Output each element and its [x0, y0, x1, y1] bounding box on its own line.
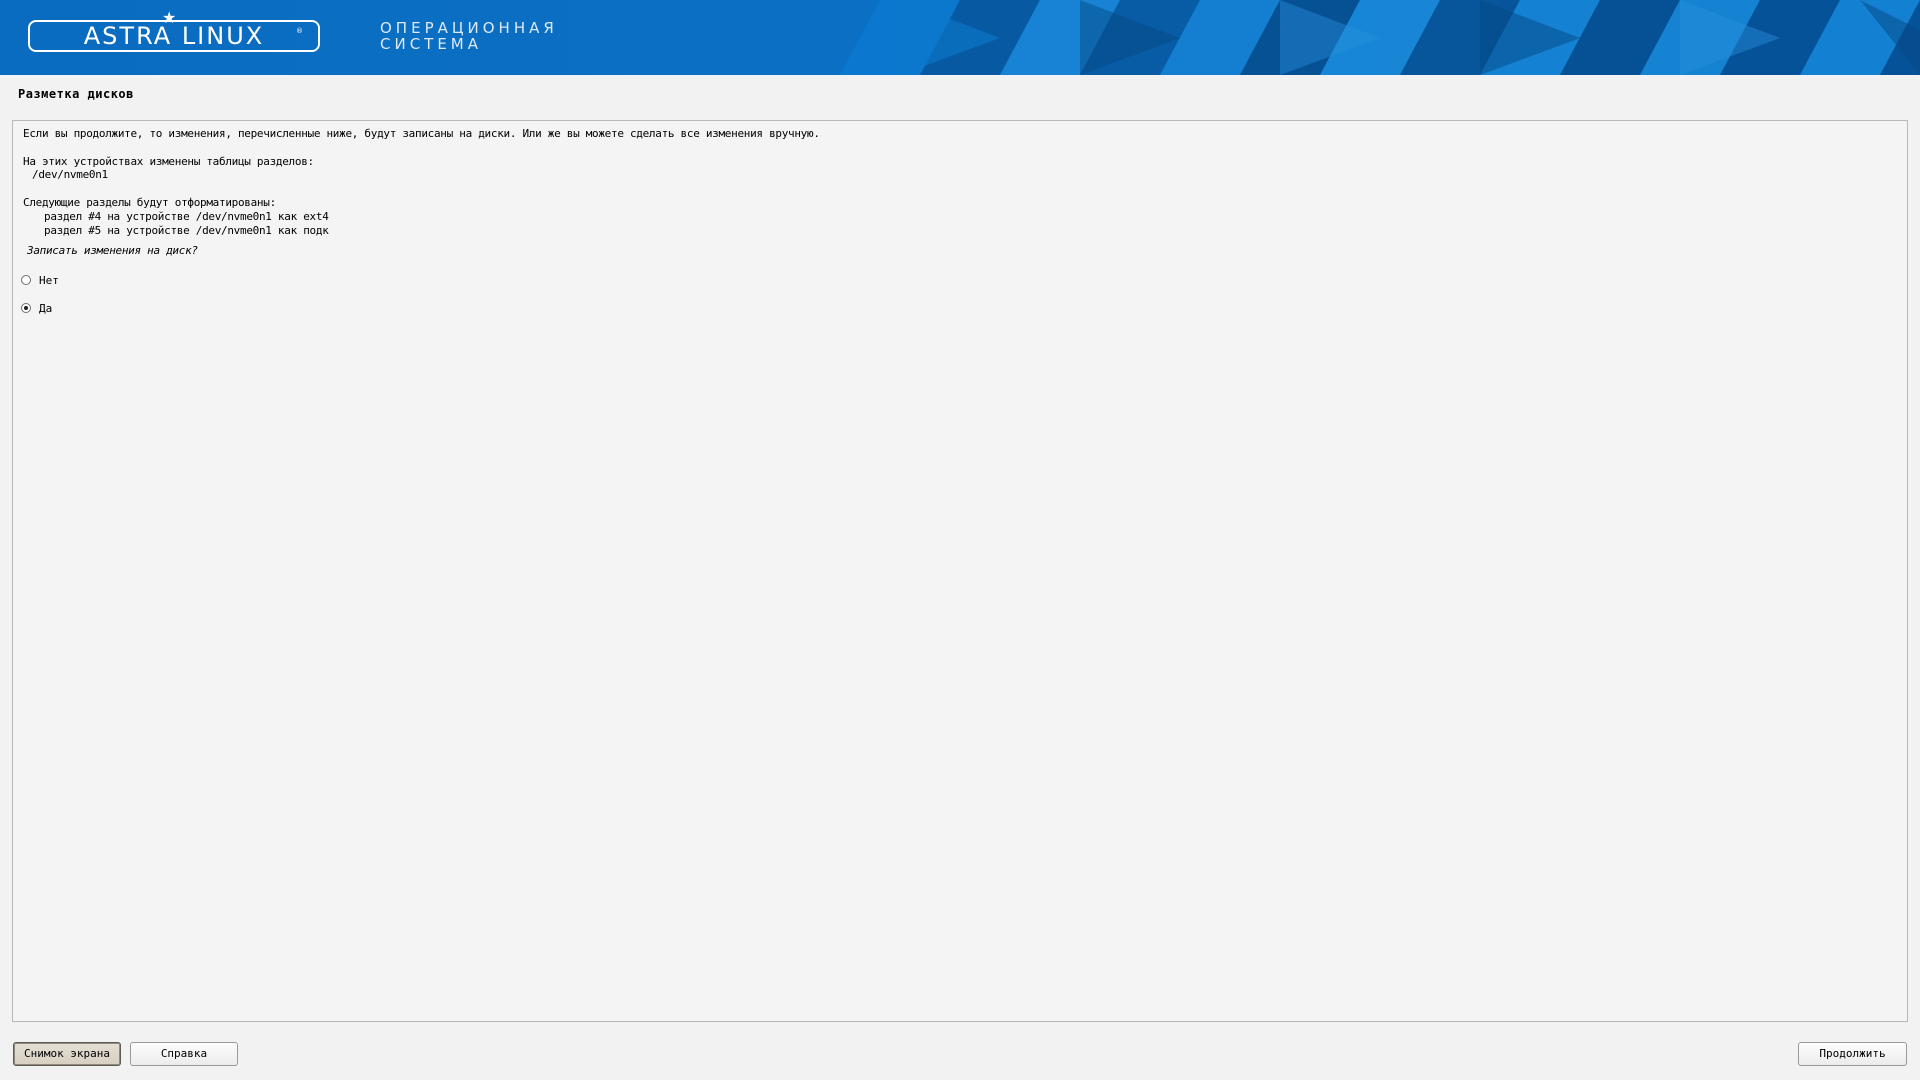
format-item: раздел #5 на устройстве /dev/nvme0n1 как…	[44, 224, 329, 237]
header-banner: ASTRA LINUX ★ ® ОПЕРАЦИОННАЯ СИСТЕМА	[0, 0, 1920, 75]
page-title: Разметка дисков	[18, 87, 134, 101]
banner-subtitle-line-2: СИСТЕМА	[380, 35, 483, 53]
help-button[interactable]: Справка	[130, 1042, 238, 1066]
option-yes[interactable]: Да	[21, 300, 52, 316]
format-header: Следующие разделы будут отформатированы:	[23, 196, 276, 209]
question-text: Записать изменения на диск?	[27, 244, 198, 257]
partition-tables-device: /dev/nvme0n1	[32, 168, 108, 181]
option-no[interactable]: Нет	[21, 272, 59, 288]
screenshot-button[interactable]: Снимок экрана	[13, 1042, 121, 1066]
banner-subtitle-line-1: ОПЕРАЦИОННАЯ	[380, 19, 558, 37]
banner-subtitle: ОПЕРАЦИОННАЯ СИСТЕМА	[380, 20, 558, 52]
radio-button-yes[interactable]	[21, 303, 31, 313]
option-no-label: Нет	[39, 273, 59, 287]
intro-text: Если вы продолжите, то изменения, перечи…	[23, 127, 820, 140]
content-panel: Если вы продолжите, то изменения, перечи…	[12, 120, 1908, 1022]
logo-registered-mark: ®	[296, 27, 303, 35]
installer-window: ASTRA LINUX ★ ® ОПЕРАЦИОННАЯ СИСТЕМА Раз…	[0, 0, 1920, 1080]
format-item: раздел #4 на устройстве /dev/nvme0n1 как…	[44, 210, 329, 223]
partition-tables-header: На этих устройствах изменены таблицы раз…	[23, 155, 314, 168]
radio-button-no[interactable]	[21, 275, 31, 285]
star-icon: ★	[162, 8, 177, 27]
option-yes-label: Да	[39, 301, 53, 315]
continue-button[interactable]: Продолжить	[1798, 1042, 1907, 1066]
